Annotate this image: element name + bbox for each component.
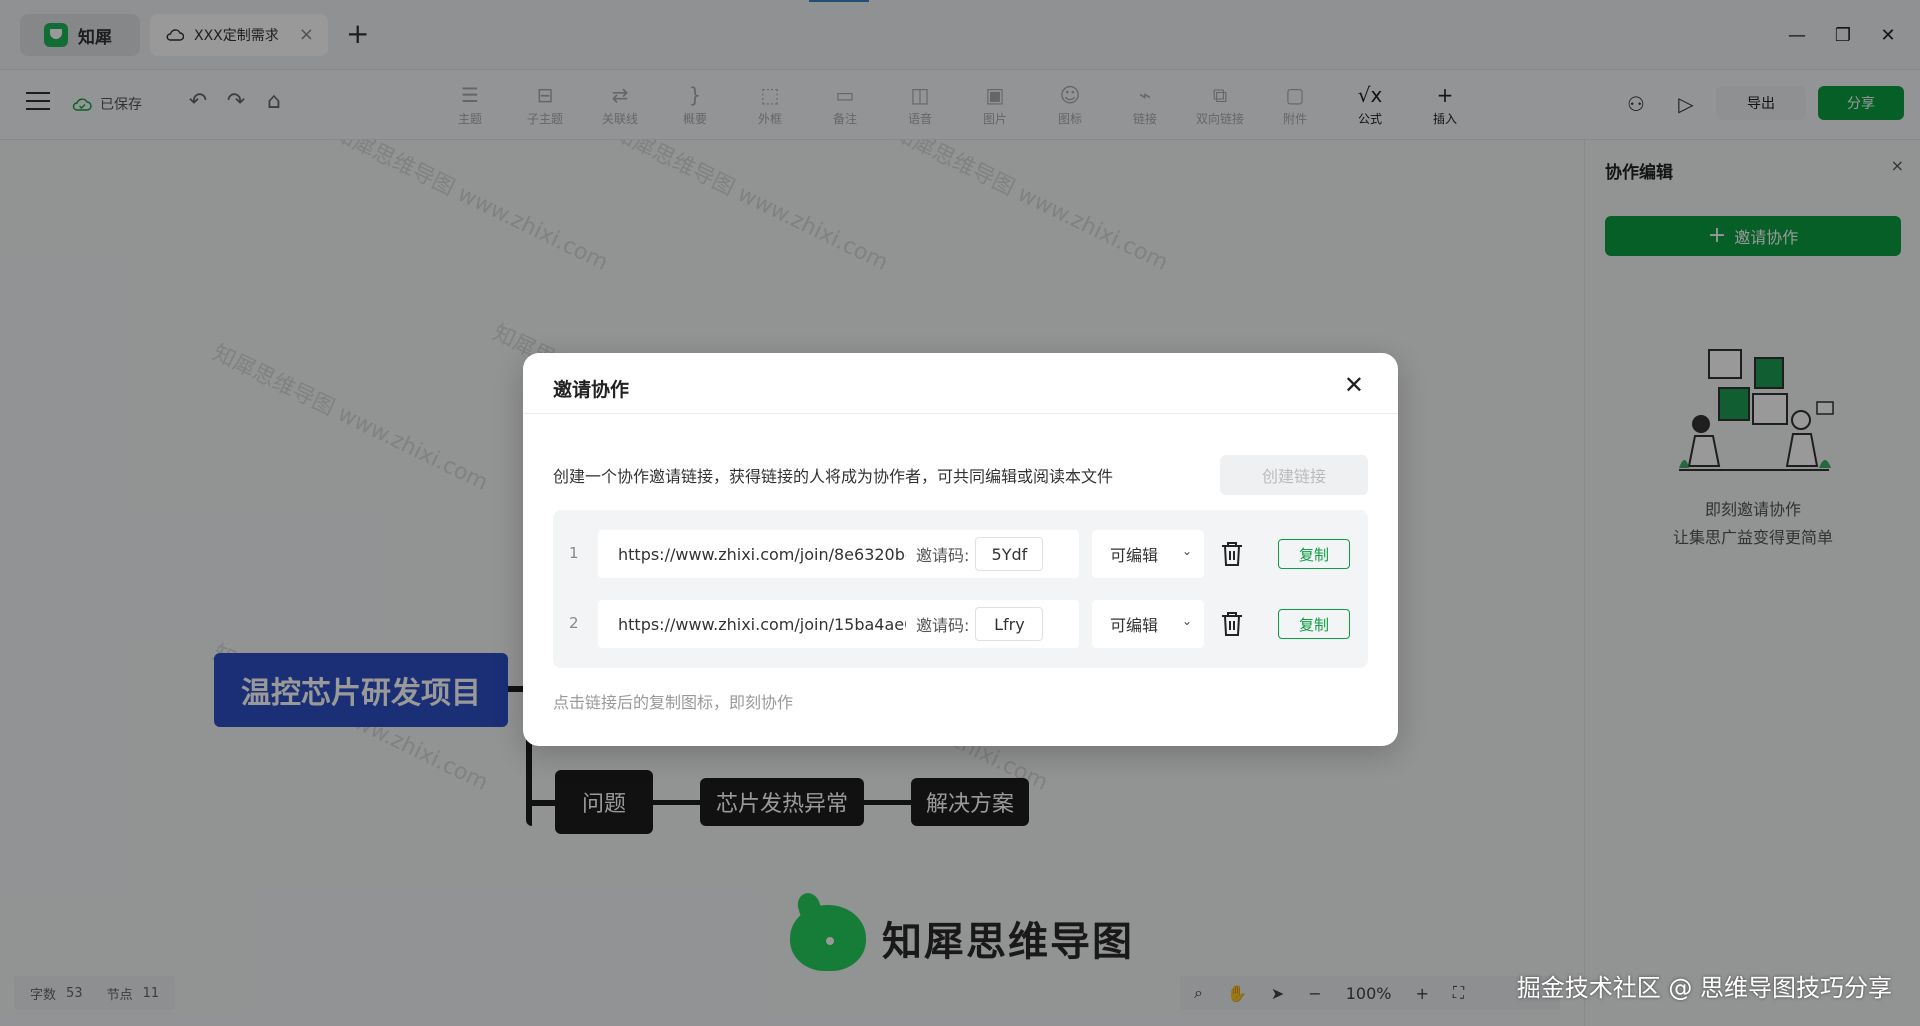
invite-link-url[interactable]: https://www.zhixi.com/join/15ba4ae0 (618, 615, 906, 634)
chevron-down-icon: ⌄ (1181, 544, 1192, 558)
invite-code-label: 邀请码: (916, 546, 970, 565)
row-index: 1 (569, 544, 579, 562)
copy-link-button[interactable]: 复制 (1278, 539, 1350, 569)
invite-code-label: 邀请码: (916, 616, 970, 635)
delete-link-icon[interactable] (1219, 540, 1245, 568)
dialog-description: 创建一个协作邀请链接，获得链接的人将成为协作者，可共同编辑或阅读本文件 (553, 467, 1114, 486)
invite-link-url[interactable]: https://www.zhixi.com/join/8e6320bc (618, 545, 906, 564)
permission-select[interactable]: 可编辑 ⌄ (1092, 600, 1204, 648)
copy-link-button[interactable]: 复制 (1278, 609, 1350, 639)
invite-link-field[interactable]: https://www.zhixi.com/join/8e6320bc 邀请码:… (598, 530, 1079, 578)
dialog-hint: 点击链接后的复制图标，即刻协作 (553, 693, 794, 712)
dialog-divider (523, 413, 1398, 414)
invite-link-row: 2 https://www.zhixi.com/join/15ba4ae0 邀请… (553, 600, 1368, 648)
invite-link-field[interactable]: https://www.zhixi.com/join/15ba4ae0 邀请码:… (598, 600, 1079, 648)
invite-code: Lfry (975, 607, 1044, 641)
invite-collaboration-dialog: 邀请协作 ✕ 创建一个协作邀请链接，获得链接的人将成为协作者，可共同编辑或阅读本… (523, 353, 1398, 746)
chevron-down-icon: ⌄ (1181, 614, 1192, 628)
source-credit: 掘金技术社区 @ 思维导图技巧分享 (1516, 974, 1892, 1002)
invite-link-row: 1 https://www.zhixi.com/join/8e6320bc 邀请… (553, 530, 1368, 578)
delete-link-icon[interactable] (1219, 610, 1245, 638)
permission-select[interactable]: 可编辑 ⌄ (1092, 530, 1204, 578)
invite-link-list: 1 https://www.zhixi.com/join/8e6320bc 邀请… (553, 510, 1368, 668)
row-index: 2 (569, 614, 579, 632)
invite-code: 5Ydf (975, 537, 1044, 571)
close-dialog-icon[interactable]: ✕ (1344, 371, 1364, 399)
create-link-button[interactable]: 创建链接 (1220, 455, 1368, 495)
dialog-title: 邀请协作 (553, 379, 630, 401)
